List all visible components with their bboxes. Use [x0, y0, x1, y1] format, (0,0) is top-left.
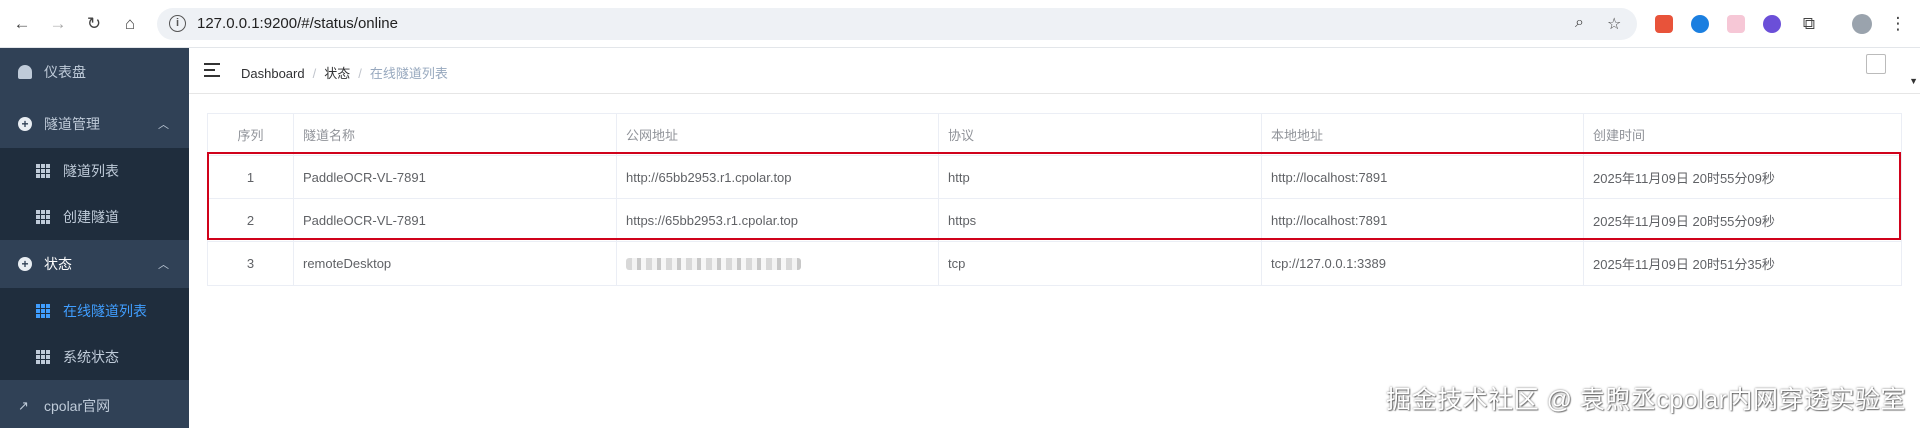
- reload-icon[interactable]: ↻: [82, 12, 106, 36]
- header-cell: 隧道名称: [294, 114, 617, 155]
- sidebar: 仪表盘 + 隧道管理 ︿ 隧道列表 创建隧道 + 状态 ︿ 在线隧道列表 系统状…: [0, 48, 189, 428]
- sidebar-item-label: cpolar官网: [44, 398, 111, 414]
- url-text[interactable]: 127.0.0.1:9200/#/status/online: [197, 15, 398, 32]
- extension-icon[interactable]: [1655, 15, 1673, 33]
- highlight-box: [207, 152, 1901, 240]
- top-navbar: Dashboard / 状态 / 在线隧道列表 ▼: [189, 48, 1920, 94]
- sidebar-item-label: 隧道列表: [63, 163, 119, 179]
- extension-icon[interactable]: [1763, 15, 1781, 33]
- browser-toolbar: ← → ↻ ⌂ i 127.0.0.1:9200/#/status/online…: [0, 0, 1920, 48]
- hamburger-icon[interactable]: [204, 63, 220, 77]
- more-menu-icon[interactable]: ⋮: [1886, 12, 1910, 36]
- puzzle-icon[interactable]: ⧉: [1797, 12, 1821, 36]
- bookmark-star-icon[interactable]: ☆: [1607, 14, 1621, 34]
- grid-icon: [36, 210, 50, 224]
- zoom-icon[interactable]: ⌕: [1575, 14, 1584, 32]
- chevron-up-icon: ︿: [158, 259, 169, 271]
- table-cell-redacted: [617, 242, 939, 285]
- plus-circle-icon: +: [18, 117, 32, 131]
- sidebar-item-cpolar-website[interactable]: ↗ cpolar官网: [0, 382, 189, 430]
- table-cell: 2025年11月09日 20时51分35秒: [1593, 257, 1775, 272]
- table-row[interactable]: 3 remoteDesktop tcp tcp://127.0.0.1:3389…: [208, 242, 1901, 285]
- back-icon[interactable]: ←: [10, 12, 34, 36]
- forward-icon[interactable]: →: [46, 12, 70, 36]
- home-icon[interactable]: ⌂: [118, 12, 142, 36]
- grid-icon: [36, 164, 50, 178]
- avatar[interactable]: [1866, 54, 1886, 74]
- dashboard-icon: [18, 65, 32, 79]
- chevron-up-icon: ︿: [158, 119, 169, 131]
- table-cell: tcp://127.0.0.1:3389: [1262, 242, 1584, 285]
- breadcrumb-level1[interactable]: 状态: [324, 66, 350, 81]
- profile-avatar-icon[interactable]: [1852, 14, 1872, 34]
- sidebar-item-dashboard[interactable]: 仪表盘: [0, 48, 189, 96]
- sidebar-item-tunnel-list[interactable]: 隧道列表: [0, 148, 189, 194]
- breadcrumb: Dashboard / 状态 / 在线隧道列表: [241, 66, 448, 81]
- extension-icon[interactable]: [1727, 15, 1745, 33]
- breadcrumb-current: 在线隧道列表: [369, 66, 448, 81]
- table-header-row: 序列 隧道名称 公网地址 协议 本地地址 创建时间: [208, 114, 1901, 156]
- watermark-text: 掘金技术社区 @ 袁煦丞cpolar内网穿透实验室: [1386, 386, 1906, 414]
- table-cell: tcp: [939, 242, 1262, 285]
- sidebar-item-label: 状态: [44, 256, 72, 272]
- address-bar[interactable]: i 127.0.0.1:9200/#/status/online ⌕ ☆: [157, 8, 1637, 40]
- sidebar-item-label: 系统状态: [63, 349, 119, 365]
- extension-icon[interactable]: [1691, 15, 1709, 33]
- sidebar-item-label: 仪表盘: [44, 64, 86, 80]
- sidebar-item-create-tunnel[interactable]: 创建隧道: [0, 194, 189, 240]
- table-cell: remoteDesktop: [294, 242, 617, 285]
- external-link-icon: ↗: [18, 398, 29, 413]
- table-cell: 3: [208, 242, 294, 285]
- sidebar-item-label: 隧道管理: [44, 116, 100, 132]
- header-cell: 公网地址: [617, 114, 939, 155]
- sidebar-item-system-status[interactable]: 系统状态: [0, 334, 189, 380]
- redacted-address: [626, 257, 801, 270]
- grid-icon: [36, 350, 50, 364]
- header-cell: 创建时间: [1593, 128, 1646, 143]
- sidebar-item-tunnel-management[interactable]: + 隧道管理 ︿: [0, 100, 189, 148]
- sidebar-item-status[interactable]: + 状态 ︿: [0, 240, 189, 288]
- header-cell: 序列: [208, 114, 294, 155]
- grid-icon: [36, 304, 50, 318]
- sidebar-item-label: 创建隧道: [63, 209, 119, 225]
- plus-circle-icon: +: [18, 257, 32, 271]
- sidebar-item-label: 在线隧道列表: [63, 303, 147, 319]
- site-info-icon[interactable]: i: [169, 15, 186, 32]
- caret-down-icon[interactable]: ▼: [1909, 76, 1918, 86]
- sidebar-item-online-tunnels[interactable]: 在线隧道列表: [0, 288, 189, 334]
- breadcrumb-home[interactable]: Dashboard: [241, 66, 305, 81]
- header-cell: 本地地址: [1262, 114, 1584, 155]
- header-cell: 协议: [939, 114, 1262, 155]
